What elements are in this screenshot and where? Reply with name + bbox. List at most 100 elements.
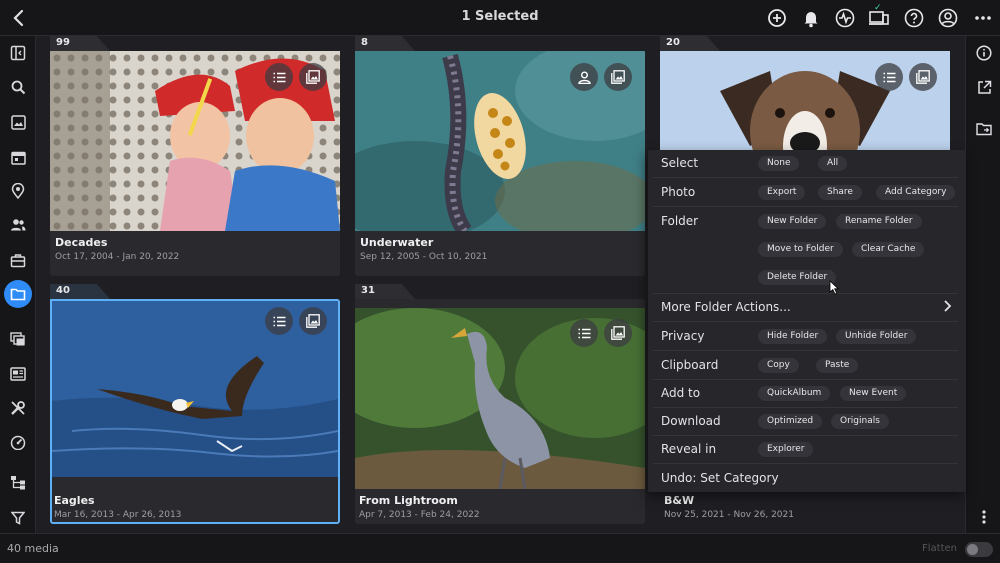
folder-name: From Lightroom [359, 494, 458, 507]
list-icon [883, 72, 895, 82]
app-window: 1 Selected ✓ 99 Decades Oct 17, 2004 - J… [0, 0, 1000, 563]
folder-image-button[interactable] [299, 63, 327, 91]
help-button[interactable] [902, 6, 926, 30]
folder-name-bw: B&W [664, 494, 695, 507]
add-category-button[interactable]: Add Category [876, 185, 956, 200]
folder-count-tab: 8 [355, 36, 415, 51]
folder-list-button[interactable] [265, 63, 293, 91]
select-all-button[interactable]: All [818, 156, 848, 171]
folder-person-button[interactable] [570, 63, 598, 91]
folder-count: 31 [361, 285, 375, 296]
new-folder-button[interactable]: New Folder [758, 214, 827, 229]
menu-row-download: Download Optimized Originals [653, 408, 958, 436]
map-pin-icon [11, 183, 25, 199]
account-button[interactable] [936, 6, 960, 30]
image-icon [916, 70, 930, 84]
share-button[interactable]: Share [818, 185, 862, 200]
activity-icon [835, 8, 855, 28]
folder-card-underwater[interactable]: 8 Underwater Sep 12, 2005 - Oct 10, 2021 [355, 36, 645, 276]
move-to-folder-button[interactable] [971, 116, 997, 142]
list-icon [578, 328, 590, 338]
folder-card-eagles[interactable]: 40 Eagles Mar 16, 2013 - Apr 26, 2013 [50, 284, 340, 524]
folder-card-decades[interactable]: 99 Decades Oct 17, 2004 - Jan 20, 2022 [50, 36, 340, 276]
delete-folder-button[interactable]: Delete Folder [758, 270, 837, 285]
sidebar-item-calendar[interactable] [4, 143, 32, 171]
folder-date-range: Mar 16, 2013 - Apr 26, 2013 [54, 510, 182, 520]
gauge-icon [10, 435, 26, 450]
optimized-button[interactable]: Optimized [758, 414, 823, 429]
folder-list-button[interactable] [875, 63, 903, 91]
help-icon [904, 8, 924, 28]
folder-card-from-lightroom[interactable]: 31 From Lightroom Apr 7, 2013 - Feb 24, … [355, 284, 645, 524]
back-button[interactable] [8, 6, 30, 30]
activity-button[interactable] [833, 6, 857, 30]
external-link-icon [977, 80, 991, 94]
toggle-knob [967, 544, 978, 555]
folder-count-tab: 31 [355, 284, 415, 299]
sidebar-item-dashboard[interactable] [4, 428, 32, 456]
more-vertical-icon [982, 510, 986, 524]
folder-image-button[interactable] [604, 63, 632, 91]
sidebar-item-tools[interactable] [4, 394, 32, 422]
folder-image-button[interactable] [604, 319, 632, 347]
menu-label-select: Select [661, 156, 699, 170]
move-to-folder-menu-button[interactable]: Move to Folder [758, 242, 843, 257]
folder-list-button[interactable] [265, 307, 293, 335]
folder-date-range-bw: Nov 25, 2021 - Nov 26, 2021 [664, 510, 794, 520]
more-folder-actions-label: More Folder Actions... [661, 300, 791, 314]
overflow-menu-button[interactable] [971, 504, 997, 530]
sidebar-item-collections[interactable] [4, 325, 32, 353]
originals-button[interactable]: Originals [831, 414, 889, 429]
sidebar-item-slideshow[interactable] [4, 360, 32, 388]
hide-folder-button[interactable]: Hide Folder [758, 329, 828, 344]
calendar-icon [10, 151, 26, 165]
info-icon [976, 45, 992, 61]
open-external-button[interactable] [971, 74, 997, 100]
select-none-button[interactable]: None [758, 156, 800, 171]
folder-count-tab: 20 [660, 36, 720, 51]
folder-list-button[interactable] [570, 319, 598, 347]
copy-button[interactable]: Copy [758, 358, 799, 373]
devices-button[interactable]: ✓ [867, 3, 891, 30]
menu-row-more-folder-actions[interactable]: More Folder Actions... [653, 294, 958, 322]
sidebar-item-albums[interactable] [4, 246, 32, 274]
panel-icon [10, 45, 26, 61]
add-button[interactable] [765, 6, 789, 30]
folder-name: Decades [55, 236, 108, 249]
rename-folder-button[interactable]: Rename Folder [836, 214, 922, 229]
menu-row-undo[interactable]: Undo: Set Category [653, 465, 958, 493]
folder-thumbnail [50, 51, 340, 231]
sidebar-item-toggle[interactable] [4, 39, 32, 67]
sidebar-item-folders[interactable] [4, 280, 32, 308]
menu-label-privacy: Privacy [661, 329, 705, 343]
folder-count-tab: 40 [50, 284, 110, 299]
undo-label: Undo: Set Category [661, 471, 779, 485]
new-event-button[interactable]: New Event [840, 386, 907, 401]
right-sidebar [965, 36, 1000, 533]
unhide-folder-button[interactable]: Unhide Folder [836, 329, 917, 344]
explorer-button[interactable]: Explorer [758, 442, 814, 457]
paste-button[interactable]: Paste [816, 358, 859, 373]
folder-count: 20 [666, 37, 680, 48]
sidebar-item-filter[interactable] [4, 504, 32, 532]
flatten-toggle[interactable] [965, 542, 993, 557]
folder-image-button[interactable] [909, 63, 937, 91]
clear-cache-button[interactable]: Clear Cache [852, 242, 925, 257]
menu-label-download: Download [661, 414, 721, 428]
folder-image-button[interactable] [299, 307, 327, 335]
more-horizontal-icon [975, 16, 991, 20]
sidebar-item-people[interactable] [4, 211, 32, 239]
sidebar-item-photos[interactable] [4, 108, 32, 136]
image-icon [306, 70, 320, 84]
export-button[interactable]: Export [758, 185, 806, 200]
info-button[interactable] [971, 40, 997, 66]
folder-name: Underwater [360, 236, 434, 249]
menu-row-photo: Photo Export Share Add Category [653, 179, 958, 207]
more-button[interactable] [971, 6, 995, 30]
folder-name: Eagles [54, 494, 95, 507]
sidebar-item-tree[interactable] [4, 468, 32, 496]
sidebar-item-search[interactable] [4, 73, 32, 101]
sidebar-item-places[interactable] [4, 177, 32, 205]
quickalbum-button[interactable]: QuickAlbum [758, 386, 831, 401]
notifications-button[interactable] [799, 6, 823, 30]
